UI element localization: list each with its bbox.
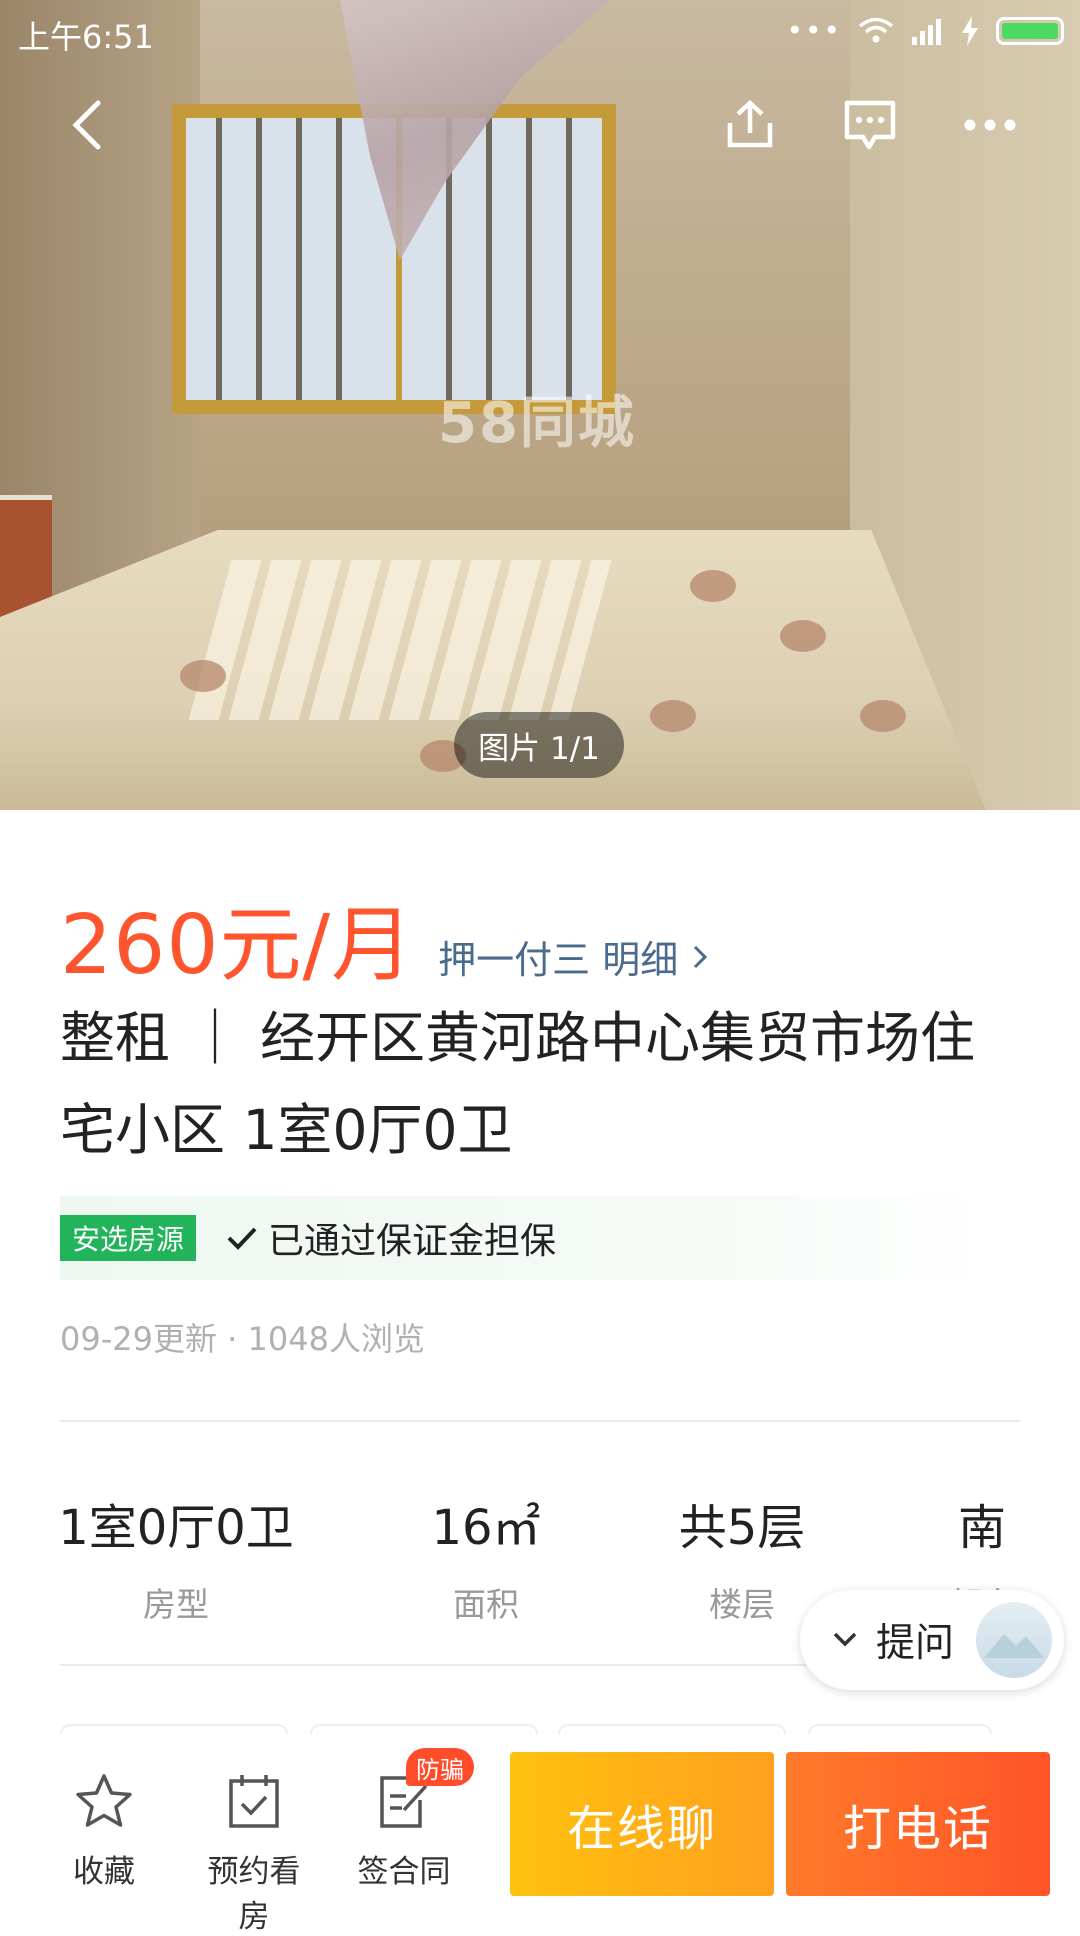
window-bar [256, 118, 262, 400]
spec-value: 南 [957, 1500, 1006, 1556]
bed-pattern [650, 700, 696, 732]
window-bar [216, 118, 222, 400]
status-bar: 上午6:51 ••• [0, 0, 1080, 60]
share-icon [727, 99, 773, 148]
calendar-check-icon [229, 1775, 279, 1828]
schedule-viewing-button[interactable]: 预约看房 [194, 1770, 314, 1936]
guarantee-text: 已通过保证金担保 [268, 1221, 557, 1262]
status-icons: ••• [786, 14, 1064, 47]
verified-listing-tag: 安选房源 [60, 1215, 197, 1261]
spec-value: 1室0厅0卫 [58, 1500, 294, 1556]
ask-question-button[interactable]: 提问 [800, 1590, 1064, 1690]
back-arrow-icon [72, 100, 101, 150]
chevron-right-icon [694, 945, 708, 968]
photo-watermark: 58同城 [438, 391, 636, 456]
spec-label: 房型 [143, 1585, 209, 1624]
message-button[interactable] [830, 90, 910, 160]
ask-label: 提问 [876, 1621, 955, 1666]
price-row: 260元/月 押一付三 明细 [60, 878, 708, 997]
bed-pattern [860, 700, 906, 732]
photo-sunlight [188, 560, 612, 720]
spec-value: 共5层 [678, 1500, 806, 1556]
anti-fraud-badge: 防骗 [406, 1748, 474, 1786]
bed-pattern [780, 620, 826, 652]
signal-icon [912, 18, 941, 45]
assistant-avatar [976, 1602, 1052, 1678]
charging-icon [962, 15, 978, 46]
schedule-viewing-label: 预约看房 [207, 1854, 301, 1935]
photo-counter: 图片 1/1 [454, 712, 624, 778]
sign-contract-label: 签合同 [357, 1854, 451, 1890]
star-icon [76, 1774, 132, 1827]
battery-icon [996, 16, 1064, 45]
listing-title: 整租 ｜ 经开区黄河路中心集贸市场住宅小区 1室0厅0卫 [60, 1006, 975, 1162]
wifi-icon [858, 17, 894, 42]
guarantee-banner[interactable]: 安选房源 已通过保证金担保 [60, 1196, 990, 1280]
window-bar [566, 118, 572, 400]
spec-area: 16㎡ 面积 [366, 1488, 606, 1626]
spec-label: 面积 [453, 1585, 519, 1624]
window-bar [336, 118, 342, 400]
spec-value: 16㎡ [431, 1500, 541, 1556]
message-icon [844, 100, 896, 150]
window-bar [296, 118, 302, 400]
payment-terms-label: 押一付三 明细 [438, 938, 679, 982]
share-button[interactable] [710, 90, 790, 160]
rent-price: 260元/月 [60, 898, 415, 993]
spec-layout: 1室0厅0卫 房型 [56, 1488, 296, 1626]
status-time: 上午6:51 [18, 18, 154, 56]
mountain-icon [984, 1634, 1044, 1658]
sign-contract-button[interactable]: 签合同 [344, 1770, 464, 1891]
favorite-button[interactable]: 收藏 [44, 1770, 164, 1891]
window-bar [486, 118, 492, 400]
more-notifications-icon: ••• [786, 14, 842, 47]
window-bar [526, 118, 532, 400]
top-nav [0, 90, 1080, 160]
chevron-down-icon [833, 1632, 857, 1647]
favorite-label: 收藏 [73, 1854, 135, 1890]
check-icon [227, 1227, 257, 1250]
divider [60, 1420, 1020, 1422]
back-button[interactable] [46, 90, 126, 160]
payment-terms-link[interactable]: 押一付三 明细 [438, 929, 708, 984]
bottom-action-bar: 收藏 预约看房 签合同 防骗 在线聊 打电话 [0, 1734, 1080, 1935]
call-button[interactable]: 打电话 [786, 1752, 1050, 1896]
chat-online-button[interactable]: 在线聊 [510, 1752, 774, 1896]
update-and-views: 09-29更新 · 1048人浏览 [60, 1320, 425, 1358]
bed-pattern [690, 570, 736, 602]
more-options-button[interactable] [950, 90, 1030, 160]
bed-pattern [180, 660, 226, 692]
more-icon [964, 119, 1016, 131]
